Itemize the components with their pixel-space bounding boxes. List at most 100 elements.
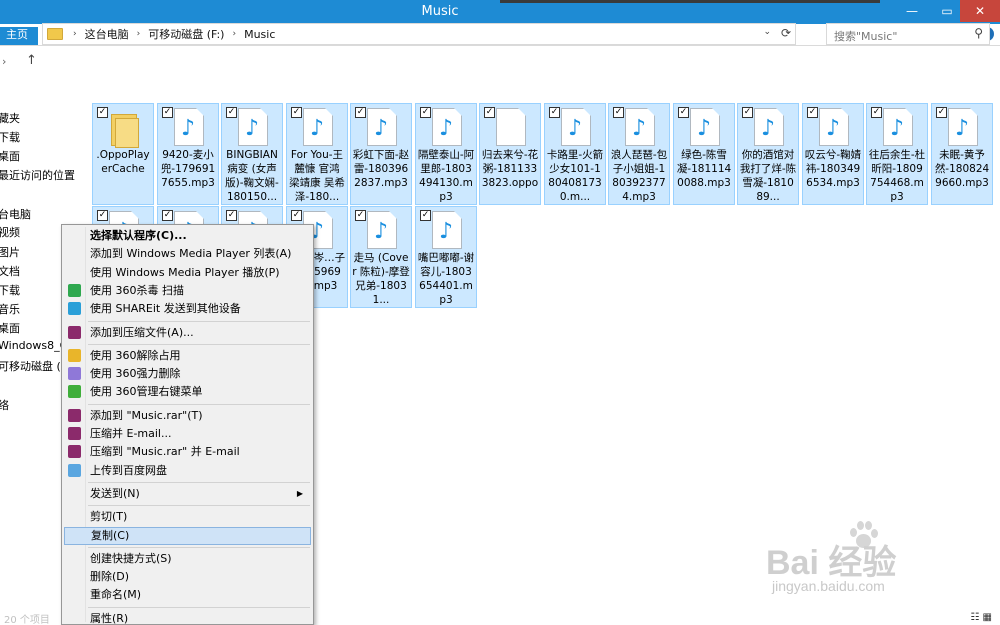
- menu-item-label: 压缩到 "Music.rar" 并 E-mail: [90, 445, 240, 459]
- item-checkbox[interactable]: ✓: [226, 107, 237, 118]
- nav-item-pc-downloads[interactable]: 下载: [0, 282, 20, 298]
- minimize-button[interactable]: —: [895, 0, 929, 22]
- nav-item-downloads[interactable]: 下载: [0, 129, 20, 145]
- menu-item[interactable]: 选择默认程序(C)...: [62, 227, 313, 245]
- menu-item[interactable]: 添加到 "Music.rar"(T): [62, 407, 313, 425]
- menu-item[interactable]: 使用 Windows Media Player 播放(P): [62, 264, 313, 282]
- nav-item-network[interactable]: 络: [0, 397, 9, 413]
- menu-item[interactable]: 使用 SHAREit 发送到其他设备: [62, 300, 313, 318]
- nav-item-documents[interactable]: 文档: [0, 263, 20, 279]
- item-checkbox[interactable]: ✓: [97, 107, 108, 118]
- menu-item[interactable]: 压缩并 E-mail...: [62, 425, 313, 443]
- menu-item[interactable]: 创建快捷方式(S): [62, 550, 313, 568]
- file-item[interactable]: ✓ ♪ 隔壁泰山-阿里郎-1803494130.mp3: [415, 103, 477, 205]
- menu-item[interactable]: 复制(C): [64, 526, 311, 545]
- menu-item[interactable]: 使用 360强力删除: [62, 365, 313, 383]
- chevron-down-icon[interactable]: ⌄: [763, 27, 771, 37]
- item-checkbox[interactable]: ✓: [291, 107, 302, 118]
- menu-item[interactable]: 上传到百度网盘: [62, 462, 313, 480]
- nav-item-videos[interactable]: 视频: [0, 224, 20, 240]
- winrar-icon: [68, 325, 81, 339]
- file-item[interactable]: ✓ ♪ 走马 (Cover 陈粒)-摩登兄弟-18031...: [350, 206, 412, 308]
- nav-item-this-pc[interactable]: 台电脑: [0, 206, 31, 222]
- menu-item[interactable]: 剪切(T): [62, 508, 313, 526]
- winrar-icon: [68, 408, 81, 422]
- item-checkbox[interactable]: ✓: [291, 210, 302, 221]
- music-file-icon: ♪: [303, 108, 333, 146]
- menu-item-label: 选择默认程序(C)...: [90, 229, 187, 242]
- menu-item[interactable]: 压缩到 "Music.rar" 并 E-mail: [62, 443, 313, 461]
- file-item[interactable]: ✓ ♪ 绿色-陈雪凝-1811140088.mp3: [673, 103, 735, 205]
- menu-item[interactable]: 发送到(N) ▶: [62, 485, 313, 503]
- nav-item-pictures[interactable]: 图片: [0, 244, 20, 260]
- folder-icon: [109, 108, 139, 148]
- menu-item[interactable]: 添加到 Windows Media Player 列表(A): [62, 245, 313, 263]
- item-checkbox[interactable]: ✓: [613, 107, 624, 118]
- file-item[interactable]: ✓ ♪ 你的酒馆对我打了烊-陈雪凝-181089...: [737, 103, 799, 205]
- window-title: Music: [421, 4, 459, 19]
- item-checkbox[interactable]: ✓: [97, 210, 108, 221]
- file-item[interactable]: ✓ ♪ 未眠-黄予然-1808249660.mp3: [931, 103, 993, 205]
- up-arrow-icon[interactable]: ↑: [26, 53, 37, 68]
- item-checkbox[interactable]: ✓: [549, 107, 560, 118]
- file-item[interactable]: ✓ 归去来兮-花粥-1811333823.oppo: [479, 103, 541, 205]
- music-file-icon: ♪: [883, 108, 913, 146]
- delete-icon: [68, 367, 81, 381]
- file-item[interactable]: ✓ ♪ 浪人琵琶-包子小姐姐-1803923774.mp3: [608, 103, 670, 205]
- item-checkbox[interactable]: ✓: [355, 210, 366, 221]
- item-checkbox[interactable]: ✓: [678, 107, 689, 118]
- item-checkbox[interactable]: ✓: [871, 107, 882, 118]
- menu-item[interactable]: 添加到压缩文件(A)...: [62, 324, 313, 342]
- menu-item[interactable]: 使用 360管理右键菜单: [62, 383, 313, 401]
- search-icon[interactable]: ⚲: [974, 26, 983, 40]
- nav-item-desktop[interactable]: 桌面: [0, 148, 20, 164]
- music-file-icon: ♪: [690, 108, 720, 146]
- item-checkbox[interactable]: ✓: [807, 107, 818, 118]
- tab-home[interactable]: 主页: [0, 27, 38, 45]
- item-checkbox[interactable]: ✓: [355, 107, 366, 118]
- file-name: 隔壁泰山-阿里郎-1803494130.mp3: [417, 149, 475, 203]
- menu-item[interactable]: 删除(D): [62, 568, 313, 586]
- nav-item-pc-desktop[interactable]: 桌面: [0, 320, 20, 336]
- address-bar[interactable]: › 这台电脑 › 可移动磁盘 (F:) › Music ⌄ ⟳: [42, 23, 796, 45]
- search-input[interactable]: 搜索"Music" ⚲: [826, 23, 990, 45]
- view-toggle-icon[interactable]: ☷ ▦: [970, 612, 992, 623]
- nav-item-music[interactable]: 音乐: [0, 301, 20, 317]
- menu-separator: [88, 505, 310, 507]
- file-name: 往后余生-杜昕阳-1809754468.mp3: [868, 149, 926, 203]
- refresh-icon[interactable]: ⟳: [781, 26, 791, 40]
- nav-item-recent[interactable]: 最近访问的位置: [0, 167, 75, 183]
- item-checkbox[interactable]: ✓: [484, 107, 495, 118]
- file-name: 卡路里-火箭少女101-1804081730.m...: [546, 149, 604, 203]
- file-item[interactable]: ✓ ♪ For You-王麓慷 官鸿 梁靖康 吴希泽-180...: [286, 103, 348, 205]
- menu-item[interactable]: 使用 360杀毒 扫描: [62, 282, 313, 300]
- music-file-icon: ♪: [367, 108, 397, 146]
- file-name: 彩虹下面-赵雷-1803962837.mp3: [352, 149, 410, 189]
- folder-item[interactable]: ✓ .OppoPlayerCache: [92, 103, 154, 205]
- file-item[interactable]: ✓ ♪ BINGBIAN病变 (女声版)-鞠文娴-180150...: [221, 103, 283, 205]
- menu-item[interactable]: 使用 360解除占用: [62, 347, 313, 365]
- file-item[interactable]: ✓ ♪ 往后余生-杜昕阳-1809754468.mp3: [866, 103, 928, 205]
- menu-item[interactable]: 属性(R): [62, 610, 313, 625]
- nav-item-favorites[interactable]: 藏夹: [0, 110, 20, 126]
- file-item[interactable]: ✓ ♪ 9420-麦小兜-1796917655.mp3: [157, 103, 219, 205]
- item-checkbox[interactable]: ✓: [936, 107, 947, 118]
- file-item[interactable]: ✓ ♪ 彩虹下面-赵雷-1803962837.mp3: [350, 103, 412, 205]
- file-name: 未眠-黄予然-1808249660.mp3: [934, 149, 990, 189]
- menu-item[interactable]: 重命名(M): [62, 586, 313, 604]
- maximize-button[interactable]: ▭: [930, 0, 964, 22]
- item-checkbox[interactable]: ✓: [420, 210, 431, 221]
- crumb-this-pc[interactable]: 这台电脑: [85, 26, 129, 42]
- close-button[interactable]: ✕: [960, 0, 1000, 22]
- file-item[interactable]: ✓ ♪ 嘴巴嘟嘟-谢容儿-1803654401.mp3: [415, 206, 477, 308]
- item-checkbox[interactable]: ✓: [742, 107, 753, 118]
- item-checkbox[interactable]: ✓: [226, 210, 237, 221]
- item-checkbox[interactable]: ✓: [162, 210, 173, 221]
- item-checkbox[interactable]: ✓: [420, 107, 431, 118]
- crumb-music[interactable]: Music: [244, 28, 275, 41]
- item-checkbox[interactable]: ✓: [162, 107, 173, 118]
- file-item[interactable]: ✓ ♪ 卡路里-火箭少女101-1804081730.m...: [544, 103, 606, 205]
- file-item[interactable]: ✓ ♪ 叹云兮-鞠婧祎-1803496534.mp3: [802, 103, 864, 205]
- crumb-removable-disk[interactable]: 可移动磁盘 (F:): [148, 26, 224, 42]
- forward-icon[interactable]: ›: [2, 55, 6, 68]
